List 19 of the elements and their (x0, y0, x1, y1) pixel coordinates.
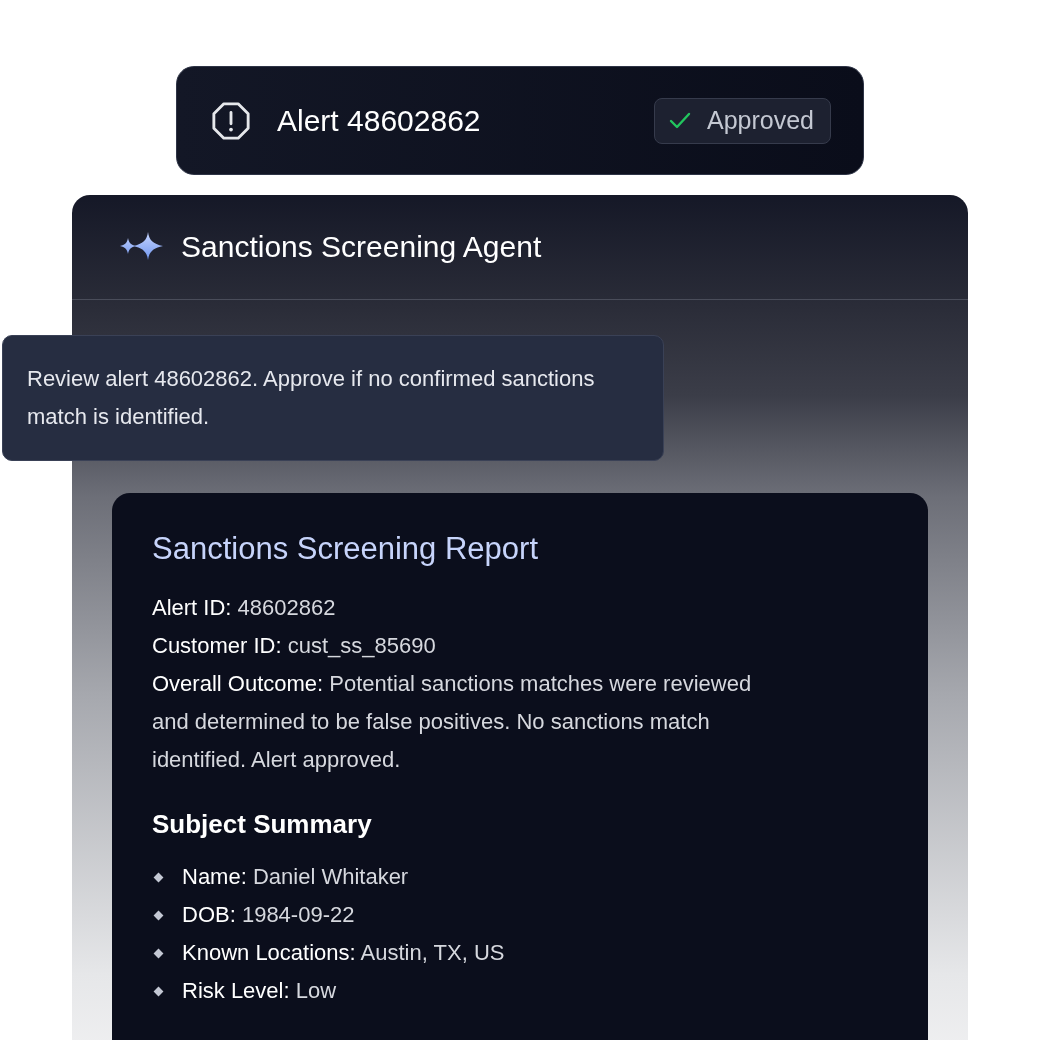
report-field: Alert ID: 48602862 (152, 589, 772, 627)
bullet-icon (153, 948, 164, 958)
bullet-icon (153, 872, 164, 882)
bullet-icon (153, 986, 164, 996)
bullet-icon (153, 910, 164, 920)
list-item: Risk Level: Low (182, 977, 337, 1005)
list-item: Name: Daniel Whitaker (182, 863, 409, 891)
report-field: Overall Outcome: Potential sanctions matches were reviewed and determined to be false positives. No sanctions match identified. Alert approved. (152, 665, 772, 779)
panel-title: Sanctions Screening Agent (181, 230, 542, 264)
list-item: Known Locations: Austin, TX, US (182, 939, 505, 967)
checkmark-icon (668, 110, 691, 131)
message-bubble: Review alert 48602862. Approve if no confirmed sanctions match is identified. (2, 335, 664, 461)
section-heading: Subject Summary (152, 809, 373, 840)
report-field: Customer ID: cust_ss_85690 (152, 627, 772, 665)
alert-title: Alert 48602862 (277, 103, 482, 138)
status-badge: Approved (653, 97, 831, 144)
list-item: DOB: 1984-09-22 (182, 901, 355, 929)
report-title: Sanctions Screening Report (152, 531, 539, 567)
warning-icon (211, 100, 251, 141)
